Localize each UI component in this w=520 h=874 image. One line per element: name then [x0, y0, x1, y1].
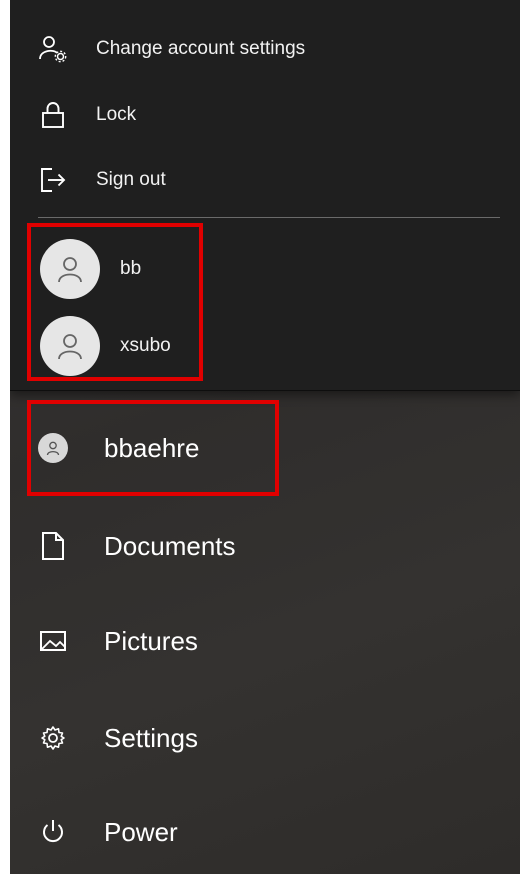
start-menu: bbaehre Documents Pictures Settings Powe… — [10, 0, 520, 874]
account-flyout: Change account settings Lock Sign out bb — [10, 0, 520, 391]
document-icon — [36, 529, 70, 563]
account-name: xsubo — [120, 335, 171, 356]
lock-item[interactable]: Lock — [38, 95, 136, 135]
user-avatar-icon — [40, 239, 100, 299]
sign-out-label: Sign out — [96, 169, 166, 190]
sign-out-item[interactable]: Sign out — [38, 160, 166, 200]
account-item-xsubo[interactable]: xsubo — [40, 313, 171, 379]
sign-out-icon — [38, 165, 68, 195]
account-item-bb[interactable]: bb — [40, 236, 141, 302]
user-avatar-icon — [36, 431, 70, 465]
account-name: bb — [120, 258, 142, 279]
power-icon — [36, 815, 70, 849]
rail-item-label: Settings — [104, 722, 198, 753]
lock-icon — [38, 100, 68, 130]
account-settings-icon — [38, 34, 68, 64]
rail-user-bbaehre[interactable]: bbaehre — [36, 418, 199, 478]
change-account-settings-label: Change account settings — [96, 38, 306, 59]
rail-item-settings[interactable]: Settings — [36, 708, 198, 768]
rail-item-documents[interactable]: Documents — [36, 516, 236, 576]
change-account-settings-item[interactable]: Change account settings — [38, 29, 305, 69]
rail-item-pictures[interactable]: Pictures — [36, 611, 198, 671]
user-avatar-icon — [40, 316, 100, 376]
rail-item-power[interactable]: Power — [36, 802, 178, 862]
gear-icon — [36, 721, 70, 755]
rail-item-label: Power — [104, 816, 178, 847]
rail-item-label: Pictures — [104, 625, 198, 656]
rail-item-label: Documents — [104, 530, 236, 561]
pictures-icon — [36, 624, 70, 658]
lock-label: Lock — [96, 104, 137, 125]
flyout-divider — [38, 217, 500, 218]
rail-user-label: bbaehre — [104, 432, 200, 463]
